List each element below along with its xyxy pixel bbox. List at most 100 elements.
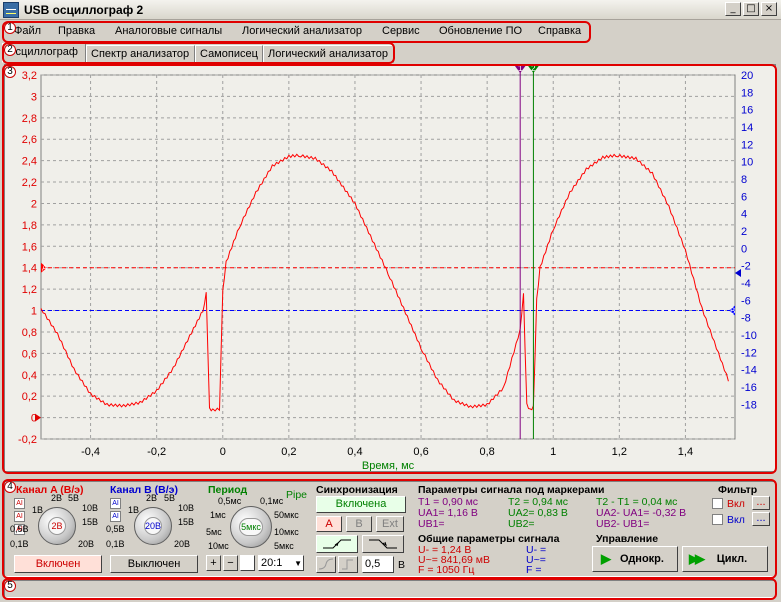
y-tick-label: -0,2 (18, 434, 37, 446)
scale-label: 5мс (206, 527, 222, 537)
y-tick-label: 1,4 (22, 263, 37, 275)
zoom-out-icon[interactable]: − (223, 555, 238, 571)
scale-label: 5В (68, 493, 80, 503)
sync-mode-icon-1[interactable] (316, 556, 336, 573)
tab-spectrum[interactable]: Спектр анализатор (86, 45, 195, 63)
y-tick-label: 0,2 (22, 391, 37, 403)
menu-update[interactable]: Обновление ПО (439, 25, 522, 37)
filter-group: Фильтр Вкл ... Вкл ... (712, 483, 774, 533)
menu-file[interactable]: Файл (14, 25, 41, 37)
maximize-button[interactable]: □ (743, 2, 759, 16)
x-tick-label: 1,2 (612, 446, 627, 458)
cycle-run-button[interactable]: ▶▶ Цикл. (682, 546, 768, 572)
cycle-run-label: Цикл. (716, 553, 748, 565)
chevron-down-icon: ▼ (294, 559, 302, 568)
channel-a-group: Канал A (В/э) AI AI AI 1В 2В 5В 10В 15В … (8, 483, 106, 575)
zoom-in-icon[interactable]: + (206, 555, 221, 571)
sync-level-unit: В (398, 559, 406, 571)
scale-label: 0,5В (10, 524, 29, 534)
marker-label-2: 2 (531, 65, 536, 73)
annotation-badge: 3 (4, 66, 16, 78)
y2-tick-label: -6 (741, 295, 751, 307)
scale-label: 0,1мс (260, 496, 284, 506)
app-icon (3, 2, 19, 18)
close-button[interactable]: × (761, 2, 777, 16)
sync-title: Синхронизация (316, 484, 398, 496)
scale-label: 1мс (210, 510, 226, 520)
ub2-readout: UB2= (508, 518, 535, 530)
channel-b-dc-icon[interactable]: AI (110, 511, 121, 522)
marker-label-1: 1 (518, 65, 523, 73)
page-icon[interactable] (240, 555, 255, 571)
channel-b-group: Канал B (В/э) AI AI 1В 2В 5В 10В 15В 20В… (106, 483, 204, 575)
tab-recorder[interactable]: Самописец (195, 45, 263, 63)
ref-label-a: A (42, 264, 48, 273)
sync-level-input[interactable]: 0,5 (362, 556, 394, 573)
menu-service[interactable]: Сервис (382, 25, 420, 37)
sync-source-ext[interactable]: Ext (376, 516, 404, 532)
filter-title: Фильтр (718, 484, 758, 496)
menu-edit[interactable]: Правка (58, 25, 95, 37)
control-group: Управление ▶ Однокр. ▶▶ Цикл. (588, 533, 774, 577)
period-knob[interactable]: 5мкс (230, 506, 272, 548)
menu-analog[interactable]: Аналоговые сигналы (115, 25, 222, 37)
x-tick-label: 0 (220, 446, 226, 458)
x-tick-label: -0,4 (81, 446, 100, 458)
y-tick-label: 3 (31, 91, 37, 103)
sync-enable-button[interactable]: Включена (316, 496, 406, 513)
channel-a-dc-icon[interactable]: AI (14, 511, 25, 522)
plot-area (40, 74, 736, 440)
sync-source-a[interactable]: A (316, 516, 342, 532)
ref-label-b: B (730, 307, 735, 316)
single-run-button[interactable]: ▶ Однокр. (592, 546, 678, 572)
filter-a-checkbox[interactable] (712, 498, 723, 509)
ub1-readout: UB1= (418, 518, 445, 530)
status-bar (4, 580, 776, 598)
scale-label: 15В (82, 517, 99, 527)
tab-logic-analyzer[interactable]: Логический анализатор (263, 45, 394, 63)
filter-b-checkbox[interactable] (712, 514, 723, 525)
single-run-label: Однокр. (620, 553, 664, 565)
y2-tick-label: 20 (741, 70, 753, 82)
channel-a-knob[interactable]: 2В (38, 507, 76, 545)
channel-a-ac-icon[interactable]: AI (14, 498, 25, 509)
x-tick-label: 0,6 (413, 446, 428, 458)
y-tick-label: 2 (31, 198, 37, 210)
control-title: Управление (596, 533, 659, 545)
y-tick-label: 2,6 (22, 134, 37, 146)
scale-label: 10мкс (274, 527, 299, 537)
menu-logic[interactable]: Логический анализатор (242, 25, 362, 37)
falling-edge-icon[interactable] (362, 535, 404, 553)
channel-b-knob[interactable]: 20В (134, 507, 172, 545)
window-title: USB осциллограф 2 (24, 3, 144, 17)
y-tick-label: 3,2 (22, 70, 37, 82)
filter-b-label: Вкл (727, 514, 745, 526)
sync-mode-icon-2[interactable] (338, 556, 358, 573)
y2-tick-label: -14 (741, 365, 757, 377)
plot-svg: 3,2 3 2,8 2,6 2,4 2,2 2 1,8 1,6 1,4 1,2 1 0,8 0,6 0,4 0… (18, 64, 757, 472)
filter-b-settings-button[interactable]: ... (752, 512, 770, 526)
oscilloscope-plot[interactable]: 3,2 3 2,8 2,6 2,4 2,2 2 1,8 1,6 1,4 1,2 1 0,8 0,6 0,4 0… (4, 64, 776, 472)
marker-params-group: Параметры сигнала под маркерами T1 = 0,9… (414, 483, 710, 533)
title-bar: USB осциллограф 2 _ □ × (0, 0, 781, 20)
scale-label: 5мкс (274, 541, 294, 551)
scale-label: 0,1В (106, 539, 125, 549)
period-title: Период (208, 484, 248, 496)
scale-label: 10В (82, 503, 99, 513)
y2-tick-label: 18 (741, 87, 753, 99)
channel-b-ac-icon[interactable]: AI (110, 498, 121, 509)
scale-label: 20В (174, 539, 191, 549)
channel-a-enable-button[interactable]: Включен (14, 555, 102, 573)
channel-b-enable-button[interactable]: Выключен (110, 555, 198, 573)
filter-a-label: Вкл (727, 498, 745, 510)
filter-a-settings-button[interactable]: ... (752, 496, 770, 510)
scale-label: 15В (178, 517, 195, 527)
marker-params-title: Параметры сигнала под маркерами (418, 484, 605, 496)
rising-edge-icon[interactable] (316, 535, 358, 553)
y2-tick-label: 2 (741, 226, 747, 238)
zoom-select[interactable]: 20:1 ▼ (258, 555, 304, 571)
scale-label: 5В (164, 493, 176, 503)
menu-help[interactable]: Справка (538, 25, 581, 37)
minimize-button[interactable]: _ (725, 2, 741, 16)
sync-source-b[interactable]: B (346, 516, 372, 532)
